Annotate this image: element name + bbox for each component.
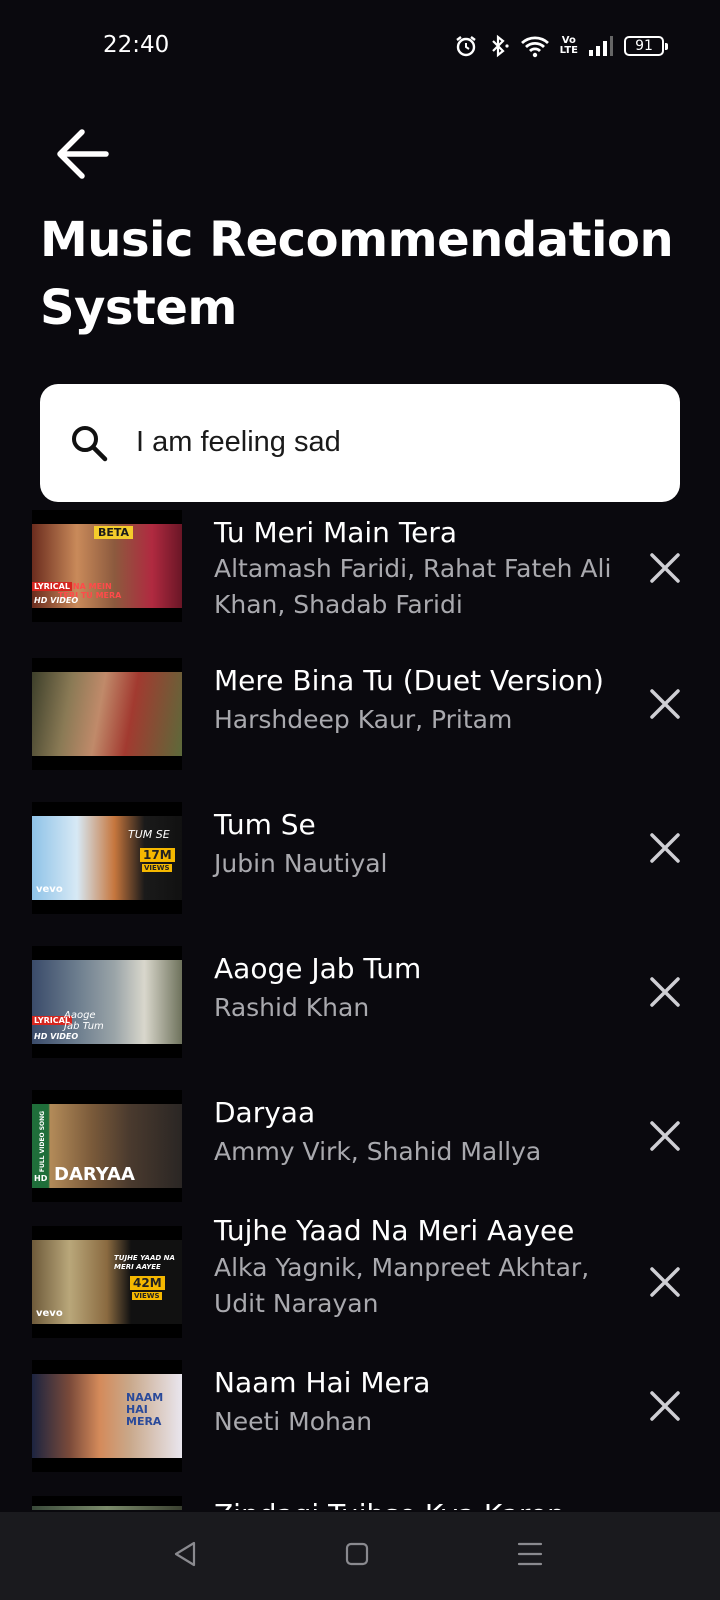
song-title: Tu Meri Main Tera (214, 516, 458, 549)
close-icon (650, 553, 680, 583)
search-input[interactable] (136, 414, 646, 470)
song-artists: Rashid Khan (214, 993, 370, 1022)
song-list[interactable]: BETA SAJNA MEIN TERI TU MERA LYRICAL HD … (0, 510, 720, 1510)
close-icon (650, 977, 680, 1007)
song-thumbnail[interactable] (32, 1496, 182, 1510)
song-thumbnail[interactable] (32, 658, 182, 770)
close-icon (650, 1391, 680, 1421)
song-thumbnail[interactable]: BETA SAJNA MEIN TERI TU MERA LYRICAL HD … (32, 510, 182, 622)
song-artists: Altamash Faridi, Rahat Fateh Ali Khan, S… (214, 554, 612, 619)
song-title: Tujhe Yaad Na Meri Aayee (214, 1214, 575, 1247)
close-icon (650, 1121, 680, 1151)
close-icon (650, 689, 680, 719)
song-thumbnail[interactable]: TUM SE 17M VIEWS vevo (32, 802, 182, 914)
song-title: Mere Bina Tu (Duet Version) (214, 664, 604, 697)
song-title: Tum Se (214, 808, 316, 841)
remove-button[interactable] (647, 686, 683, 722)
wifi-icon (520, 36, 549, 58)
list-item[interactable]: Mere Bina Tu (Duet Version) Harshdeep Ka… (0, 646, 720, 770)
list-item[interactable]: TUJHE YAAD NA MERI AAYEE 42M VIEWS vevo … (0, 1212, 720, 1338)
song-artists: Alka Yagnik, Manpreet Akhtar, Udit Naray… (214, 1253, 590, 1318)
remove-button[interactable] (647, 550, 683, 586)
song-title: Zindagi Tujhse Kya Karen (214, 1498, 565, 1510)
song-thumbnail[interactable]: TUJHE YAAD NA MERI AAYEE 42M VIEWS vevo (32, 1226, 182, 1338)
status-bar: 22:40 Vo LTE 91 (0, 0, 720, 80)
song-artists: Harshdeep Kaur, Pritam (214, 705, 513, 734)
close-icon (650, 833, 680, 863)
list-item[interactable]: FULL VIDEO SONG DARYAA HD Daryaa Ammy Vi… (0, 1078, 720, 1202)
song-artists: Ammy Virk, Shahid Mallya (214, 1137, 542, 1166)
song-artists: Neeti Mohan (214, 1407, 373, 1436)
remove-button[interactable] (647, 1118, 683, 1154)
recents-menu-icon[interactable] (516, 1540, 544, 1568)
remove-button[interactable] (647, 974, 683, 1010)
list-item[interactable]: BETA SAJNA MEIN TERI TU MERA LYRICAL HD … (0, 510, 720, 630)
remove-button[interactable] (647, 1388, 683, 1424)
status-icons: Vo LTE 91 (454, 34, 668, 58)
back-triangle-icon[interactable] (172, 1540, 198, 1568)
song-thumbnail[interactable]: LYRICAL Aaoge Jab Tum HD VIDEO (32, 946, 182, 1058)
remove-button[interactable] (647, 1264, 683, 1300)
volte-icon: Vo LTE (559, 35, 578, 56)
list-item[interactable]: NAAM HAI MERA Naam Hai Mera Neeti Mohan (0, 1360, 720, 1480)
back-button[interactable] (52, 124, 112, 184)
search-icon (72, 426, 108, 462)
song-title: Naam Hai Mera (214, 1366, 431, 1399)
signal-icon (589, 36, 613, 56)
page-title: Music Recommendation System (40, 212, 674, 336)
remove-button[interactable] (647, 830, 683, 866)
song-title: Aaoge Jab Tum (214, 952, 422, 985)
list-item[interactable]: Zindagi Tujhse Kya Karen (0, 1496, 720, 1510)
battery-icon: 91 (624, 36, 668, 56)
alarm-icon (455, 36, 476, 57)
close-icon (650, 1267, 680, 1297)
list-item[interactable]: LYRICAL Aaoge Jab Tum HD VIDEO Aaoge Jab… (0, 934, 720, 1058)
song-thumbnail[interactable]: NAAM HAI MERA (32, 1360, 182, 1472)
song-artists: Jubin Nautiyal (214, 849, 388, 878)
song-title: Daryaa (214, 1096, 316, 1129)
search-box[interactable] (40, 384, 680, 502)
bluetooth-icon (491, 34, 509, 58)
home-square-icon[interactable] (344, 1540, 370, 1568)
song-thumbnail[interactable]: FULL VIDEO SONG DARYAA HD (32, 1090, 182, 1202)
system-nav-bar (0, 1512, 720, 1600)
list-item[interactable]: TUM SE 17M VIEWS vevo Tum Se Jubin Nauti… (0, 790, 720, 914)
status-time: 22:40 (103, 32, 170, 58)
arrow-left-icon (57, 129, 109, 179)
